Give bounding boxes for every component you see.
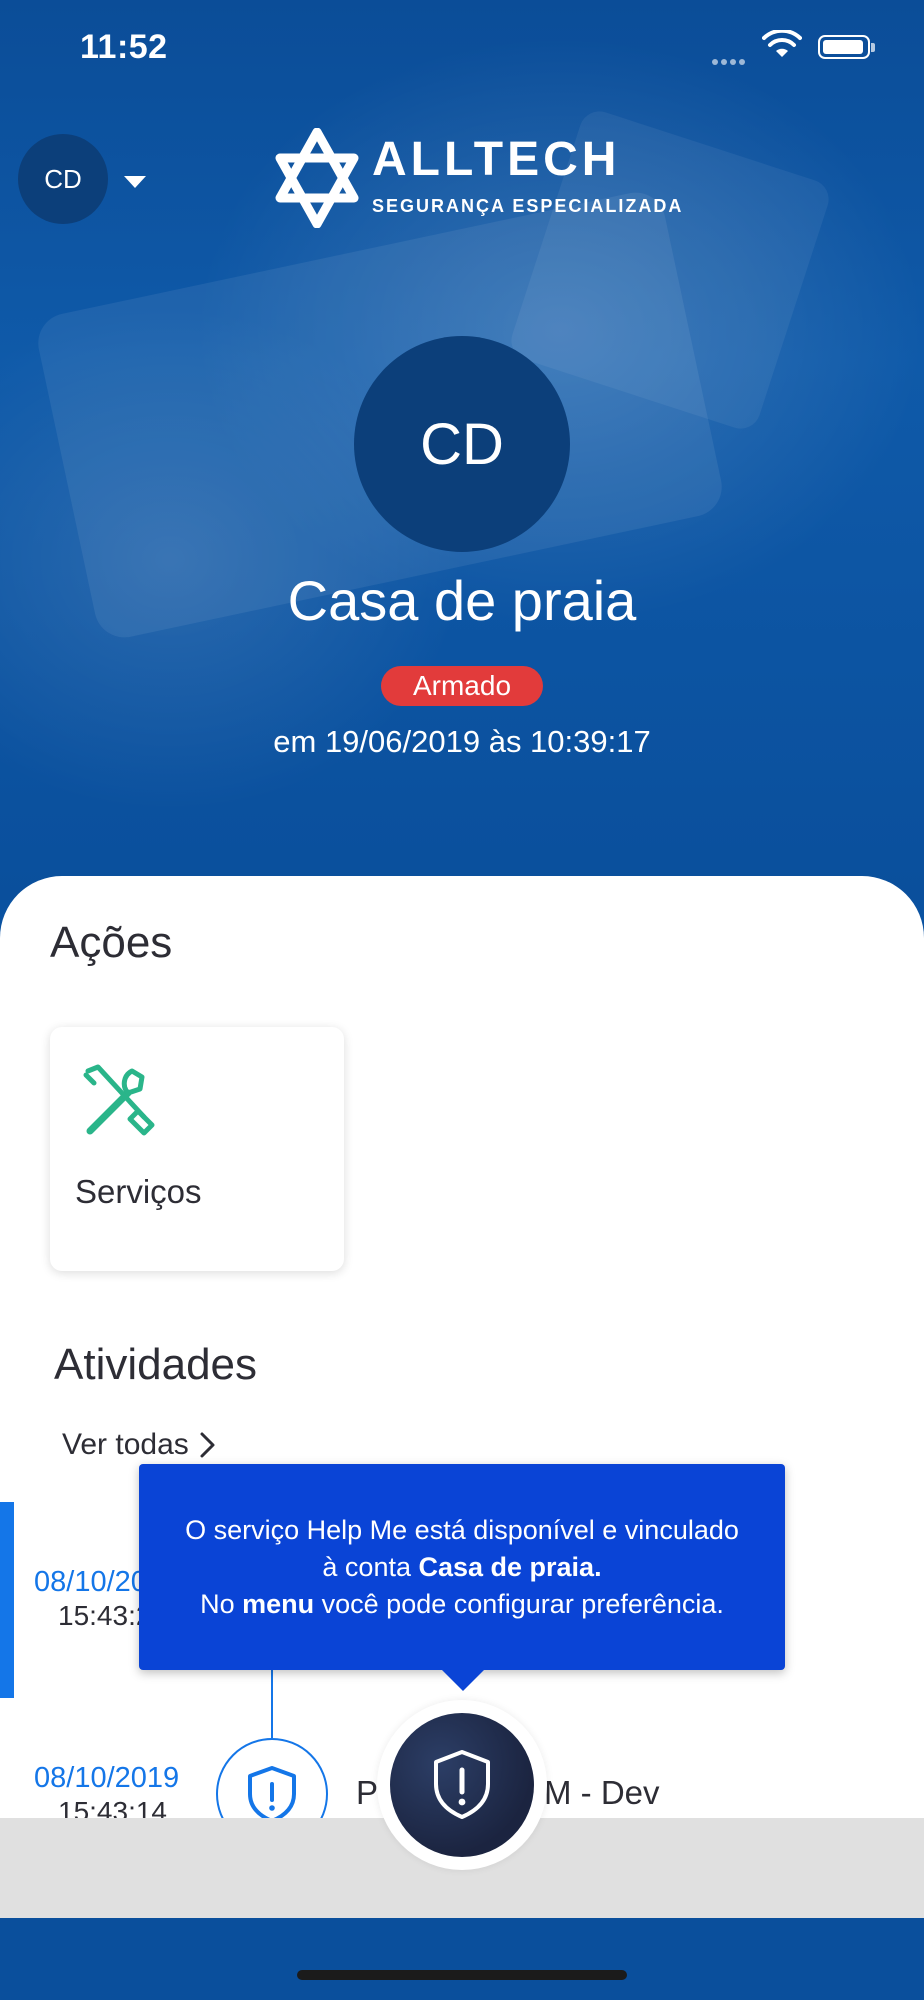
account-avatar[interactable]: CD <box>18 134 108 224</box>
shield-alert-icon <box>248 1766 296 1823</box>
bottom-bar <box>0 1918 924 2000</box>
servicos-label: Serviços <box>75 1173 202 1210</box>
activity-title-end: M - Dev <box>544 1774 660 1811</box>
chevron-right-icon <box>200 1432 215 1458</box>
activity-selected-indicator <box>0 1502 14 1698</box>
shield-alert-icon <box>434 1750 490 1819</box>
activity-title-start: P <box>356 1774 379 1811</box>
tooltip-line-2: à conta Casa de praia. <box>322 1552 602 1582</box>
ver-todas-link[interactable]: Ver todas <box>62 1428 217 1462</box>
tooltip-line-3: No menu você pode configurar preferência… <box>200 1589 724 1619</box>
help-me-tooltip[interactable]: O serviço Help Me está disponível e vinc… <box>139 1464 785 1670</box>
battery-icon <box>818 35 875 59</box>
logo-star-icon <box>275 128 359 228</box>
acoes-heading: Ações <box>50 918 173 967</box>
status-timestamp: em 19/06/2019 às 10:39:17 <box>273 724 651 759</box>
tooltip-arrow <box>441 1669 485 1691</box>
status-time: 11:52 <box>80 28 168 66</box>
account-dropdown-icon[interactable] <box>124 176 146 188</box>
status-badge: Armado <box>381 666 543 706</box>
place-avatar: CD <box>354 336 570 552</box>
home-indicator <box>297 1970 627 1980</box>
tooltip-line-1: O serviço Help Me está disponível e vinc… <box>185 1515 739 1545</box>
tools-icon <box>83 1064 155 1136</box>
ver-todas-label: Ver todas <box>62 1428 189 1461</box>
activity-date: 08/10/2019 <box>34 1762 180 1794</box>
place-name: Casa de praia <box>287 569 637 632</box>
help-me-button[interactable] <box>390 1713 534 1857</box>
status-bar: 11:52 <box>0 0 924 100</box>
wifi-icon <box>762 30 802 57</box>
brand-tagline: SEGURANÇA ESPECIALIZADA <box>372 196 684 216</box>
brand-name: ALLTECH <box>372 133 621 186</box>
signal-icon <box>712 52 748 70</box>
atividades-heading: Atividades <box>54 1340 258 1389</box>
servicos-card[interactable]: Serviços <box>50 1027 344 1271</box>
